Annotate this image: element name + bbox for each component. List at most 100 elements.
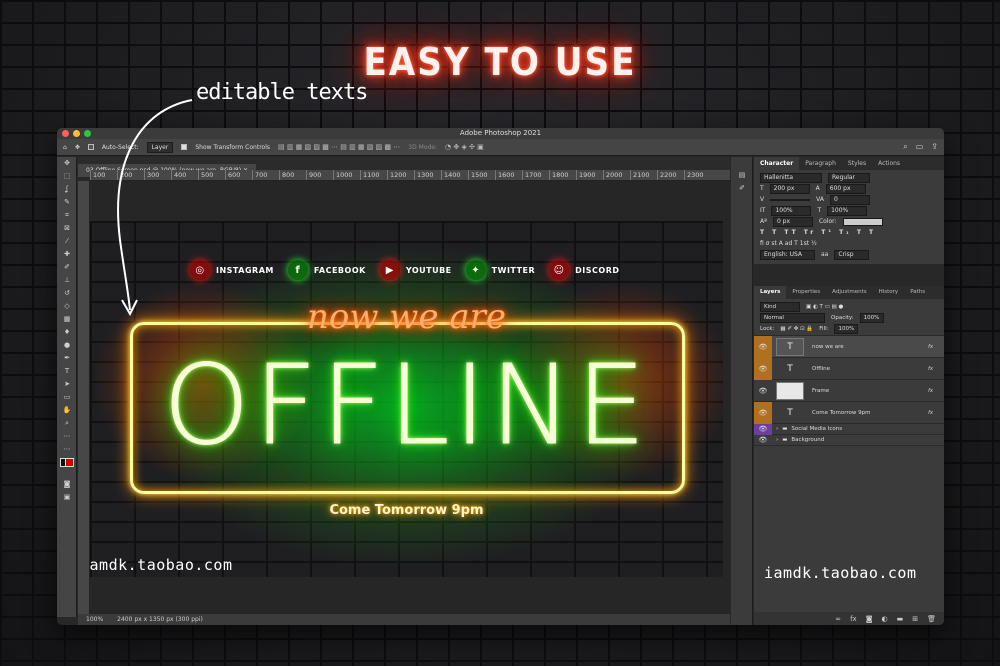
close-window-button[interactable]: [62, 130, 69, 137]
ruler-label: 500: [198, 170, 225, 180]
zoom-tool-icon[interactable]: ⌕: [57, 417, 77, 430]
hand-tool-icon[interactable]: ✋: [57, 404, 77, 417]
document-canvas[interactable]: ◎ INSTAGRAM f FACEBOOK ▶ YOUTUBE ✦ TWITT…: [90, 221, 723, 577]
shape-tool-icon[interactable]: ▭: [57, 391, 77, 404]
brush-panel-icon[interactable]: ✐: [731, 182, 753, 195]
layer-row-frame[interactable]: 👁 Frame fx: [754, 380, 944, 402]
move-tool-icon[interactable]: ✥: [75, 144, 80, 151]
search-icon[interactable]: ⌕: [903, 142, 907, 152]
auto-select-checkbox[interactable]: [87, 144, 94, 150]
fx-icon[interactable]: fx: [928, 344, 944, 350]
fill-field[interactable]: 100%: [834, 324, 859, 334]
tab-properties[interactable]: Properties: [786, 286, 826, 299]
layer-row-now-we-are[interactable]: 👁 T now we are fx: [754, 335, 944, 358]
tab-paragraph[interactable]: Paragraph: [799, 157, 842, 170]
new-layer-icon[interactable]: ⊞: [912, 615, 918, 623]
add-mask-icon[interactable]: ◙: [866, 615, 873, 623]
fill-label: Fill:: [819, 326, 829, 332]
align-icons[interactable]: ▤ ▥ ▦ ▧ ▨ ▩ ⋯ ▤ ▥ ▦ ▧ ▨ ▩ ⋯: [278, 143, 400, 151]
fx-icon[interactable]: fx: [928, 388, 944, 394]
tab-character[interactable]: Character: [754, 157, 800, 170]
opentype-buttons[interactable]: ﬁ σ st A ad T 1st ½: [754, 238, 944, 249]
eraser-tool-icon[interactable]: ◇: [57, 300, 77, 313]
visibility-eye-icon[interactable]: 👁: [754, 387, 772, 395]
font-size-field[interactable]: 200 px: [769, 183, 810, 194]
blend-mode-select[interactable]: Normal: [760, 312, 825, 323]
workspace-icon[interactable]: ▭: [916, 142, 924, 152]
font-style-select[interactable]: Regular: [828, 172, 870, 183]
more-tools-icon[interactable]: ⋯: [57, 430, 77, 443]
layer-filter-select[interactable]: Kind: [760, 301, 800, 312]
home-icon[interactable]: ⌂: [63, 144, 67, 151]
anti-alias-select[interactable]: Crisp: [834, 249, 870, 260]
fx-icon[interactable]: fx: [928, 410, 944, 416]
tracking-field[interactable]: 0: [829, 194, 870, 205]
add-style-icon[interactable]: fx: [850, 615, 857, 623]
horizontal-scale-field[interactable]: 100%: [827, 205, 868, 216]
crop-tool-icon[interactable]: ⌗: [57, 209, 77, 222]
auto-select-dropdown[interactable]: Layer: [146, 141, 174, 153]
history-brush-tool-icon[interactable]: ↺: [57, 287, 77, 300]
link-layers-icon[interactable]: ∞: [835, 615, 841, 623]
eyedropper-tool-icon[interactable]: ⁄: [57, 235, 77, 248]
healing-tool-icon[interactable]: ✚: [57, 248, 77, 261]
tab-styles[interactable]: Styles: [842, 157, 872, 170]
visibility-eye-icon[interactable]: 👁: [754, 401, 772, 424]
font-family-select[interactable]: Hallenitta: [760, 172, 822, 183]
pen-tool-icon[interactable]: ✒: [57, 352, 77, 365]
layer-row-offline[interactable]: 👁 T Offline fx: [754, 357, 944, 380]
visibility-eye-icon[interactable]: 👁: [754, 436, 772, 444]
type-tool-icon[interactable]: T: [57, 365, 77, 378]
leading-field[interactable]: 600 px: [825, 183, 866, 194]
move-tool-icon[interactable]: ✥: [57, 157, 77, 170]
tab-adjustments[interactable]: Adjustments: [826, 286, 872, 299]
share-icon[interactable]: ⇪: [931, 142, 938, 152]
edit-toolbar-icon[interactable]: ⋯: [57, 443, 77, 456]
layer-row-come-tomorrow[interactable]: 👁 T Come Tomorrow 9pm fx: [754, 401, 944, 424]
expand-chevron-icon[interactable]: ›: [776, 426, 778, 432]
minimize-window-button[interactable]: [73, 130, 80, 137]
visibility-eye-icon[interactable]: 👁: [754, 423, 772, 435]
lasso-tool-icon[interactable]: ʆ: [57, 183, 77, 196]
screen-mode-icon[interactable]: ▣: [57, 491, 77, 504]
3d-icons[interactable]: ◔ ✥ ◈ ✣ ▣: [445, 143, 484, 151]
blur-tool-icon[interactable]: ♦: [57, 326, 77, 339]
visibility-eye-icon[interactable]: 👁: [754, 357, 772, 380]
adjustment-layer-icon[interactable]: ◐: [882, 615, 888, 623]
transform-controls-label: Show Transform Controls: [195, 143, 270, 151]
color-swatches[interactable]: [57, 456, 77, 478]
color-swatch[interactable]: [842, 217, 883, 226]
language-select[interactable]: English: USA: [760, 249, 815, 260]
frame-tool-icon[interactable]: ⊠: [57, 222, 77, 235]
expand-chevron-icon[interactable]: ›: [776, 437, 778, 443]
transform-controls-checkbox[interactable]: [181, 144, 188, 150]
quick-mask-icon[interactable]: ◙: [57, 478, 77, 491]
visibility-eye-icon[interactable]: 👁: [754, 335, 772, 358]
type-style-buttons[interactable]: T T TT Tr T¹ T₁ T T: [754, 227, 944, 238]
marquee-tool-icon[interactable]: ⬚: [57, 170, 77, 183]
fx-icon[interactable]: fx: [928, 366, 944, 372]
vertical-scale-field[interactable]: 100%: [771, 205, 812, 216]
baseline-field[interactable]: 0 px: [772, 216, 813, 227]
opacity-field[interactable]: 100%: [859, 312, 884, 323]
zoom-window-button[interactable]: [84, 130, 91, 137]
delete-layer-icon[interactable]: 🗑: [927, 615, 936, 623]
tab-actions[interactable]: Actions: [872, 157, 906, 170]
layer-group-background[interactable]: 👁 › ▬ Background: [754, 435, 944, 446]
path-select-tool-icon[interactable]: ➤: [57, 378, 77, 391]
layer-name: Frame: [812, 387, 830, 394]
history-panel-icon[interactable]: ▤: [731, 169, 753, 182]
stamp-tool-icon[interactable]: ⊥: [57, 274, 77, 287]
tab-history[interactable]: History: [873, 286, 905, 299]
brush-tool-icon[interactable]: ✐: [57, 261, 77, 274]
tab-paths[interactable]: Paths: [904, 286, 931, 299]
tab-layers[interactable]: Layers: [754, 286, 787, 299]
gradient-tool-icon[interactable]: ▦: [57, 313, 77, 326]
new-group-icon[interactable]: ▬: [897, 615, 904, 623]
layer-group-social-media-icons[interactable]: 👁 › ▬ Social Media Icons: [754, 423, 944, 435]
dodge-tool-icon[interactable]: ●: [57, 339, 77, 352]
quick-select-tool-icon[interactable]: ✎: [57, 196, 77, 209]
lock-icons[interactable]: ▦ ✐ ✥ ⊡ 🔒: [780, 326, 813, 332]
kerning-field[interactable]: [770, 198, 811, 201]
filter-icons[interactable]: ▣ ◐ T ▭ ▤ ●: [806, 304, 843, 310]
